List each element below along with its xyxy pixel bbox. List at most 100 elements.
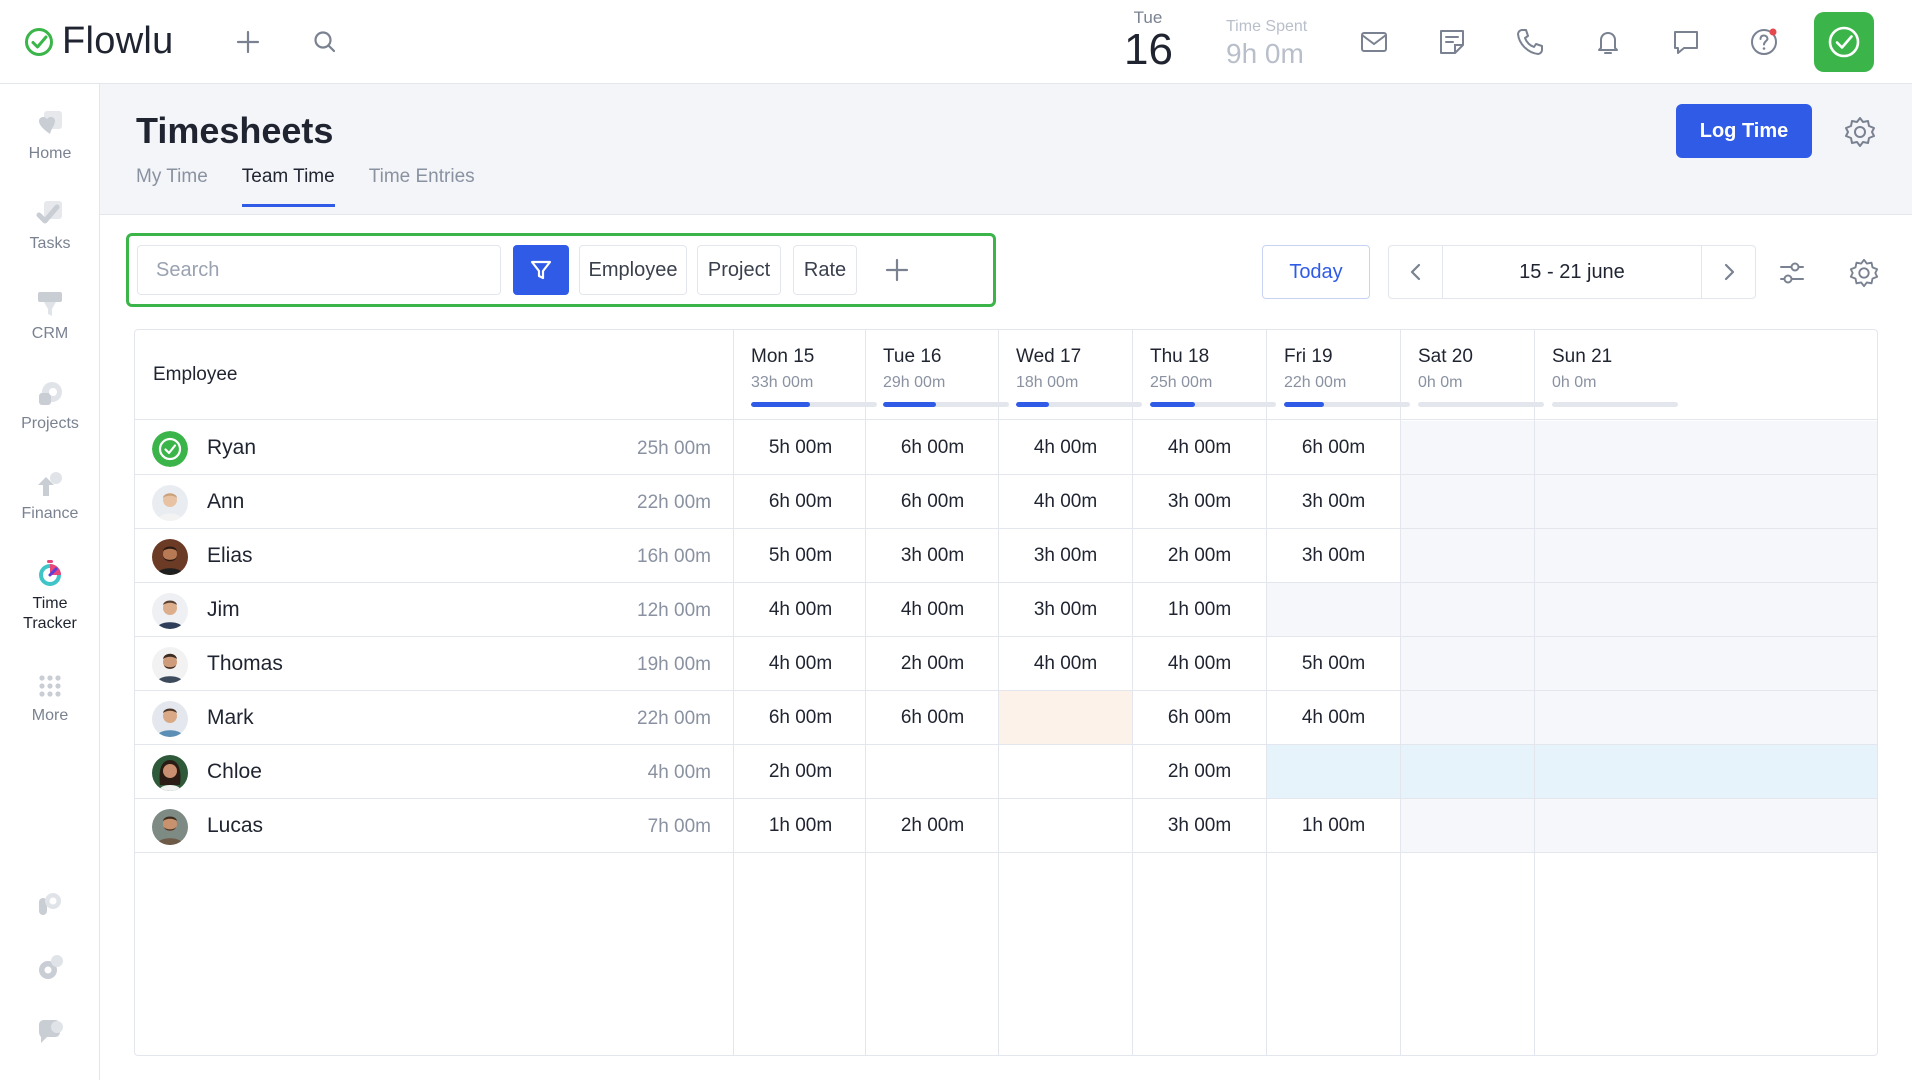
sidebar-item-tasks[interactable]: Tasks (0, 196, 100, 254)
mail-icon[interactable] (1354, 22, 1394, 62)
filter-button[interactable] (513, 245, 569, 295)
app-logo[interactable]: Flowlu (24, 20, 174, 63)
rate-filter-chip[interactable]: Rate (793, 245, 857, 295)
time-cell[interactable]: 3h 00m (866, 529, 999, 582)
date-range-label[interactable]: 15 - 21 june (1443, 246, 1701, 298)
search-input[interactable] (137, 245, 501, 295)
employee-name[interactable]: Elias (207, 544, 253, 568)
table-row[interactable]: Ryan 25h 00m 5h 00m 6h 00m 4h 00m 4h 00m 6h 00… (135, 421, 1877, 475)
time-cell[interactable] (1401, 799, 1534, 852)
table-settings-gear-icon[interactable] (1844, 253, 1884, 293)
sidebar-item-home[interactable]: Home (0, 106, 100, 164)
time-cell[interactable]: 4h 00m (734, 637, 867, 690)
tab-team-time[interactable]: Team Time (241, 166, 335, 207)
time-cell[interactable] (1401, 745, 1534, 798)
time-cell[interactable]: 2h 00m (1133, 745, 1266, 798)
time-cell[interactable]: 1h 00m (1267, 799, 1400, 852)
view-options-icon[interactable] (1772, 253, 1812, 293)
time-cell[interactable]: 3h 00m (1267, 529, 1400, 582)
search-icon[interactable] (305, 22, 345, 62)
time-cell[interactable]: 6h 00m (866, 421, 999, 474)
sidebar-item-crm[interactable]: CRM (0, 286, 100, 344)
time-cell[interactable] (1401, 691, 1534, 744)
user-profile-button[interactable] (1814, 12, 1874, 72)
table-row[interactable]: Ann 22h 00m 6h 00m 6h 00m 4h 00m 3h 00m 3h 00m (135, 475, 1877, 529)
time-cell[interactable] (1535, 475, 1877, 528)
time-cell[interactable] (1401, 583, 1534, 636)
time-cell[interactable] (1401, 529, 1534, 582)
help-icon[interactable] (1744, 22, 1784, 62)
time-cell[interactable]: 5h 00m (1267, 637, 1400, 690)
sidebar-item-more[interactable]: More (0, 668, 100, 726)
log-time-button[interactable]: Log Time (1676, 104, 1812, 158)
time-cell[interactable]: 5h 00m (734, 421, 867, 474)
employee-name[interactable]: Mark (207, 706, 254, 730)
time-cell[interactable]: 4h 00m (999, 475, 1132, 528)
time-cell[interactable]: 1h 00m (1133, 583, 1266, 636)
table-row[interactable]: Mark 22h 00m 6h 00m 6h 00m 6h 00m 4h 00m (135, 691, 1877, 745)
add-filter-button[interactable] (877, 250, 917, 290)
bell-icon[interactable] (1588, 22, 1628, 62)
time-cell[interactable]: 1h 00m (734, 799, 867, 852)
employee-name[interactable]: Jim (207, 598, 240, 622)
time-cell[interactable] (1401, 475, 1534, 528)
table-row[interactable]: Thomas 19h 00m 4h 00m 2h 00m 4h 00m 4h 00m 5h … (135, 637, 1877, 691)
plus-icon[interactable] (228, 22, 268, 62)
sidebar-item-settings[interactable] (0, 950, 100, 986)
table-row[interactable]: Lucas 7h 00m 1h 00m 2h 00m 3h 00m 1h 00m (135, 799, 1877, 853)
time-cell[interactable] (999, 691, 1132, 744)
sidebar-item-time-tracker[interactable]: Time Tracker (0, 556, 100, 634)
table-row[interactable]: Jim 12h 00m 4h 00m 4h 00m 3h 00m 1h 00m (135, 583, 1877, 637)
next-week-button[interactable] (1701, 246, 1755, 298)
time-cell[interactable] (1535, 745, 1877, 798)
time-cell[interactable]: 2h 00m (866, 799, 999, 852)
time-cell[interactable] (1535, 421, 1877, 474)
time-cell[interactable]: 4h 00m (999, 637, 1132, 690)
time-cell[interactable] (1535, 583, 1877, 636)
time-cell[interactable]: 3h 00m (999, 583, 1132, 636)
time-cell[interactable] (1267, 745, 1400, 798)
time-cell[interactable] (1401, 421, 1534, 474)
time-cell[interactable]: 6h 00m (734, 691, 867, 744)
time-cell[interactable]: 3h 00m (1133, 799, 1266, 852)
time-cell[interactable]: 6h 00m (866, 691, 999, 744)
tab-time-entries[interactable]: Time Entries (369, 166, 475, 207)
time-cell[interactable] (999, 799, 1132, 852)
time-cell[interactable] (999, 745, 1132, 798)
sidebar-item-apps[interactable] (0, 886, 100, 922)
employee-name[interactable]: Thomas (207, 652, 283, 676)
notes-icon[interactable] (1432, 22, 1472, 62)
time-cell[interactable]: 2h 00m (734, 745, 867, 798)
time-cell[interactable] (866, 745, 999, 798)
time-cell[interactable]: 4h 00m (866, 583, 999, 636)
time-cell[interactable] (1535, 799, 1877, 852)
time-cell[interactable]: 6h 00m (1267, 421, 1400, 474)
sidebar-item-support[interactable] (0, 1014, 100, 1050)
time-cell[interactable]: 4h 00m (999, 421, 1132, 474)
table-row[interactable]: Chloe 4h 00m 2h 00m 2h 00m (135, 745, 1877, 799)
time-cell[interactable]: 4h 00m (1267, 691, 1400, 744)
time-cell[interactable]: 2h 00m (1133, 529, 1266, 582)
project-filter-chip[interactable]: Project (697, 245, 781, 295)
time-cell[interactable]: 4h 00m (1133, 421, 1266, 474)
time-cell[interactable]: 4h 00m (734, 583, 867, 636)
time-cell[interactable]: 5h 00m (734, 529, 867, 582)
time-cell[interactable] (1267, 583, 1400, 636)
sidebar-item-projects[interactable]: Projects (0, 376, 100, 434)
tab-my-time[interactable]: My Time (136, 166, 208, 207)
employee-name[interactable]: Chloe (207, 760, 262, 784)
phone-icon[interactable] (1510, 22, 1550, 62)
time-cell[interactable]: 6h 00m (734, 475, 867, 528)
sidebar-item-finance[interactable]: Finance (0, 466, 100, 524)
time-cell[interactable]: 4h 00m (1133, 637, 1266, 690)
previous-week-button[interactable] (1389, 246, 1443, 298)
time-cell[interactable]: 6h 00m (1133, 691, 1266, 744)
time-cell[interactable]: 3h 00m (999, 529, 1132, 582)
time-cell[interactable]: 3h 00m (1133, 475, 1266, 528)
today-button[interactable]: Today (1262, 245, 1370, 299)
time-cell[interactable]: 2h 00m (866, 637, 999, 690)
gear-icon[interactable] (1840, 112, 1880, 152)
chat-icon[interactable] (1666, 22, 1706, 62)
time-cell[interactable]: 6h 00m (866, 475, 999, 528)
employee-name[interactable]: Ryan (207, 436, 256, 460)
